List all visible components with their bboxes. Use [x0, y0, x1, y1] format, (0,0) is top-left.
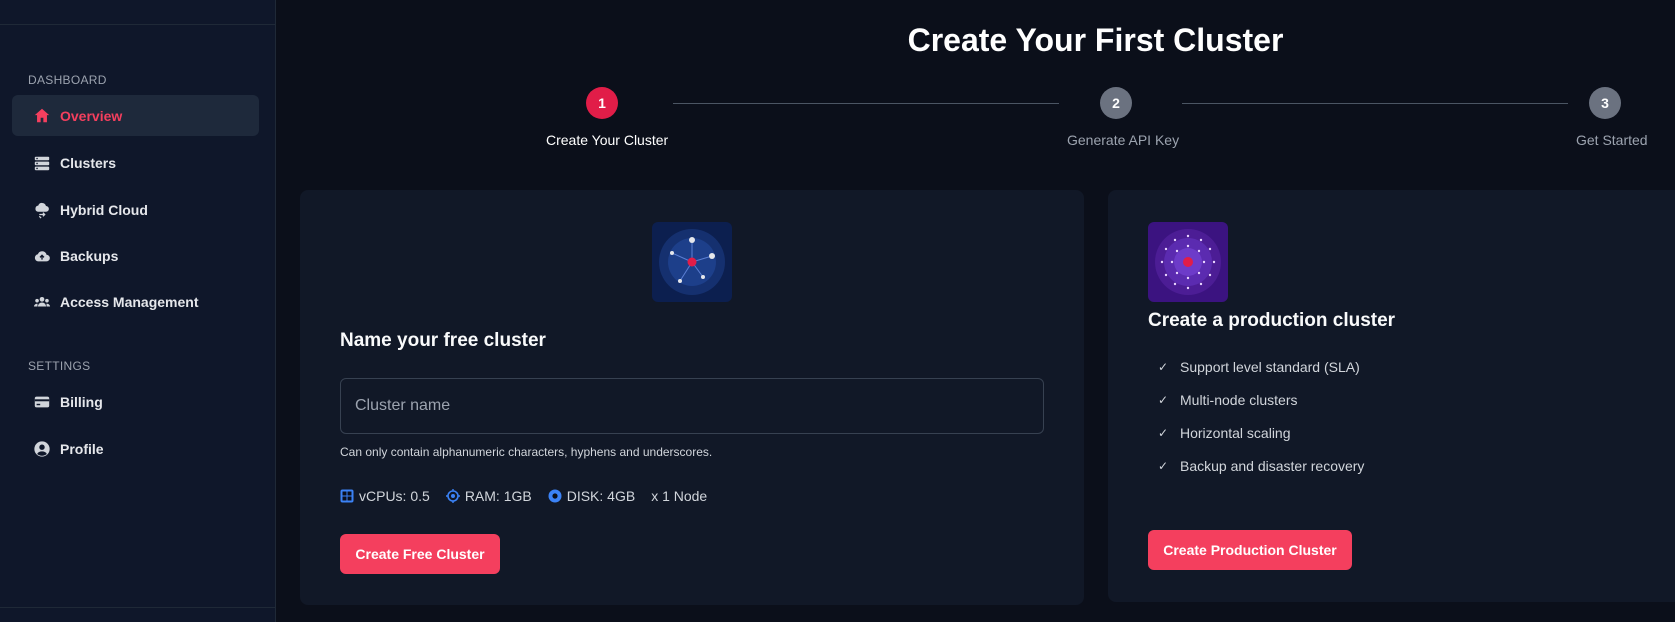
cpu-grid-icon — [340, 489, 354, 503]
home-icon — [32, 106, 52, 126]
step-2-circle[interactable]: 2 — [1100, 87, 1132, 119]
check-icon: ✓ — [1158, 425, 1169, 440]
sidebar-item-label: Hybrid Cloud — [60, 201, 148, 218]
sidebar-item-label: Clusters — [60, 154, 117, 171]
spec-vcpu-label: vCPUs: 0.5 — [359, 488, 430, 504]
cloud-sync-icon — [32, 200, 52, 220]
free-cluster-illustration — [652, 222, 732, 302]
cluster-specs: vCPUs: 0.5 RAM: 1GB DISK: 4GB x 1 Node — [340, 488, 707, 504]
production-feature-list: ✓ Support level standard (SLA) ✓ Multi-nod… — [1158, 350, 1364, 482]
sidebar-item-profile[interactable]: Profile — [12, 428, 259, 469]
page-title: Create Your First Cluster — [907, 22, 1284, 58]
list-item: ✓ Backup and disaster recovery — [1158, 457, 1365, 474]
step-connector-2 — [1182, 103, 1568, 104]
check-icon: ✓ — [1158, 458, 1169, 473]
sidebar: DASHBOARD Overview Clusters Hybrid Cloud… — [0, 0, 276, 622]
check-icon: ✓ — [1158, 392, 1169, 407]
sidebar-item-billing[interactable]: Billing — [12, 381, 259, 422]
credit-card-icon — [32, 392, 52, 412]
step-1-label: Create Your Cluster — [546, 132, 669, 148]
disk-icon — [548, 489, 562, 503]
sidebar-item-backups[interactable]: Backups — [12, 235, 259, 276]
sidebar-item-clusters[interactable]: Clusters — [12, 142, 259, 183]
spec-disk: DISK: 4GB — [548, 488, 635, 504]
sidebar-item-hybrid-cloud[interactable]: Hybrid Cloud — [12, 189, 259, 230]
sidebar-item-label: Profile — [60, 440, 104, 457]
user-circle-icon — [32, 439, 52, 459]
sidebar-item-label: Overview — [60, 107, 123, 124]
sidebar-item-access-management[interactable]: Access Management — [12, 281, 259, 322]
step-3-circle[interactable]: 3 — [1589, 87, 1621, 119]
sidebar-item-label: Backups — [60, 247, 119, 264]
cluster-name-hint: Can only contain alphanumeric characters… — [340, 445, 713, 459]
free-cluster-card: Name your free cluster Can only contain … — [300, 190, 1084, 605]
sidebar-section-settings: SETTINGS — [28, 359, 91, 373]
sidebar-item-label: Billing — [60, 393, 103, 410]
list-item: ✓ Support level standard (SLA) — [1158, 358, 1360, 375]
spec-disk-label: DISK: 4GB — [566, 488, 636, 504]
spec-node-count: x 1 Node — [651, 488, 708, 504]
create-free-cluster-button[interactable]: Create Free Cluster — [340, 534, 500, 574]
list-item: ✓ Multi-node clusters — [1158, 391, 1298, 408]
free-cluster-heading: Name your free cluster — [340, 330, 546, 351]
spec-ram-label: RAM: 1GB — [464, 488, 532, 504]
step-1-circle[interactable]: 1 — [586, 87, 618, 119]
server-stack-icon — [32, 153, 52, 173]
create-production-cluster-button[interactable]: Create Production Cluster — [1148, 530, 1352, 570]
users-icon — [32, 292, 52, 312]
production-cluster-heading: Create a production cluster — [1148, 310, 1396, 331]
sidebar-section-dashboard: DASHBOARD — [28, 73, 107, 87]
cloud-upload-icon — [32, 246, 52, 266]
cluster-name-input[interactable] — [340, 378, 1044, 434]
sidebar-item-label: Access Management — [60, 293, 199, 310]
memory-chip-icon — [445, 489, 460, 503]
spec-ram: RAM: 1GB — [445, 488, 532, 504]
production-cluster-card: Create a production cluster ✓ Support lev… — [1108, 190, 1675, 602]
spec-vcpu: vCPUs: 0.5 — [340, 488, 430, 504]
list-item: ✓ Horizontal scaling — [1158, 424, 1291, 441]
sidebar-item-overview[interactable]: Overview — [12, 95, 259, 136]
sidebar-divider-bottom — [0, 607, 275, 608]
step-connector-1 — [673, 103, 1059, 104]
production-cluster-illustration — [1148, 222, 1228, 302]
check-icon: ✓ — [1158, 359, 1169, 374]
step-3-label: Get Started — [1576, 132, 1648, 148]
step-2-label: Generate API Key — [1067, 132, 1180, 148]
